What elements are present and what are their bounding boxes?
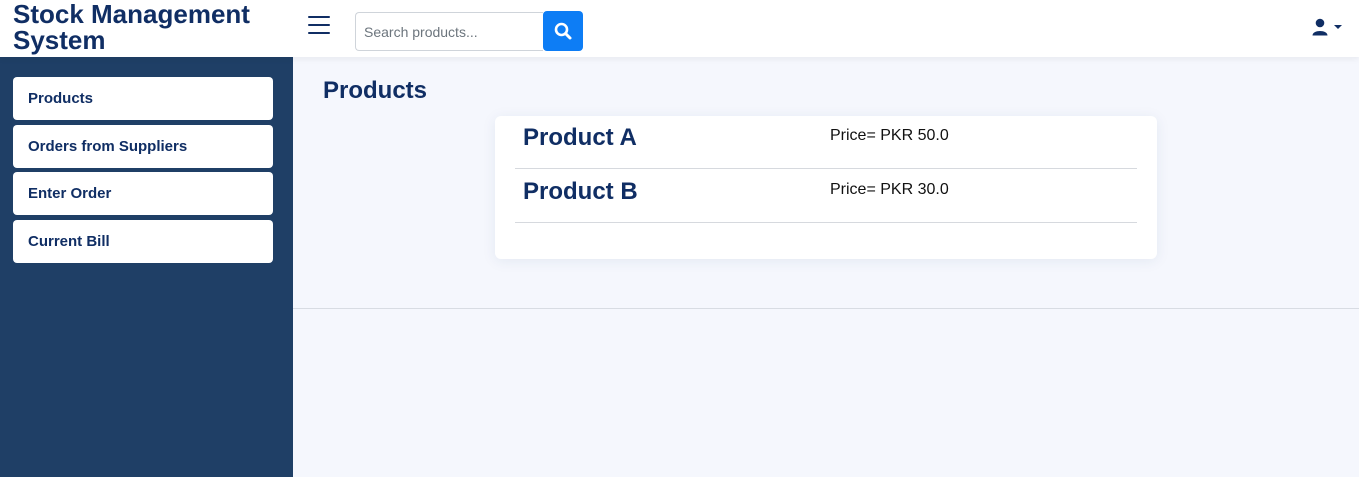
page-title: Products bbox=[323, 77, 428, 104]
product-row[interactable]: Product B Price= PKR 30.0 bbox=[515, 170, 1137, 223]
main-content: Products Product A Price= PKR 50.0 Produ… bbox=[293, 57, 1359, 477]
product-price: Price= PKR 30.0 bbox=[830, 181, 949, 198]
footer-area bbox=[293, 310, 1359, 477]
user-menu-button[interactable] bbox=[1310, 17, 1344, 37]
product-price: Price= PKR 50.0 bbox=[830, 127, 949, 144]
search-input[interactable] bbox=[355, 12, 543, 51]
product-name: Product A bbox=[523, 124, 637, 151]
search-button[interactable] bbox=[543, 11, 583, 51]
user-icon bbox=[1312, 18, 1328, 36]
product-list-card: Product A Price= PKR 50.0 Product B Pric… bbox=[495, 116, 1157, 259]
sidebar-item-current-bill[interactable]: Current Bill bbox=[13, 220, 273, 263]
hamburger-menu-icon[interactable] bbox=[306, 14, 332, 36]
sidebar-item-orders-from-suppliers[interactable]: Orders from Suppliers bbox=[13, 125, 273, 168]
caret-down-icon bbox=[1334, 25, 1342, 29]
brand-title: Stock Management System bbox=[13, 0, 250, 55]
product-name: Product B bbox=[523, 178, 638, 205]
sidebar: Products Orders from Suppliers Enter Ord… bbox=[0, 57, 293, 477]
product-row[interactable]: Product A Price= PKR 50.0 bbox=[515, 116, 1137, 169]
sidebar-item-enter-order[interactable]: Enter Order bbox=[13, 172, 273, 215]
sidebar-item-products[interactable]: Products bbox=[13, 77, 273, 120]
content-area: Products Product A Price= PKR 50.0 Produ… bbox=[293, 57, 1359, 309]
search-icon bbox=[554, 22, 572, 40]
top-navbar: Stock Management System bbox=[0, 0, 1359, 57]
